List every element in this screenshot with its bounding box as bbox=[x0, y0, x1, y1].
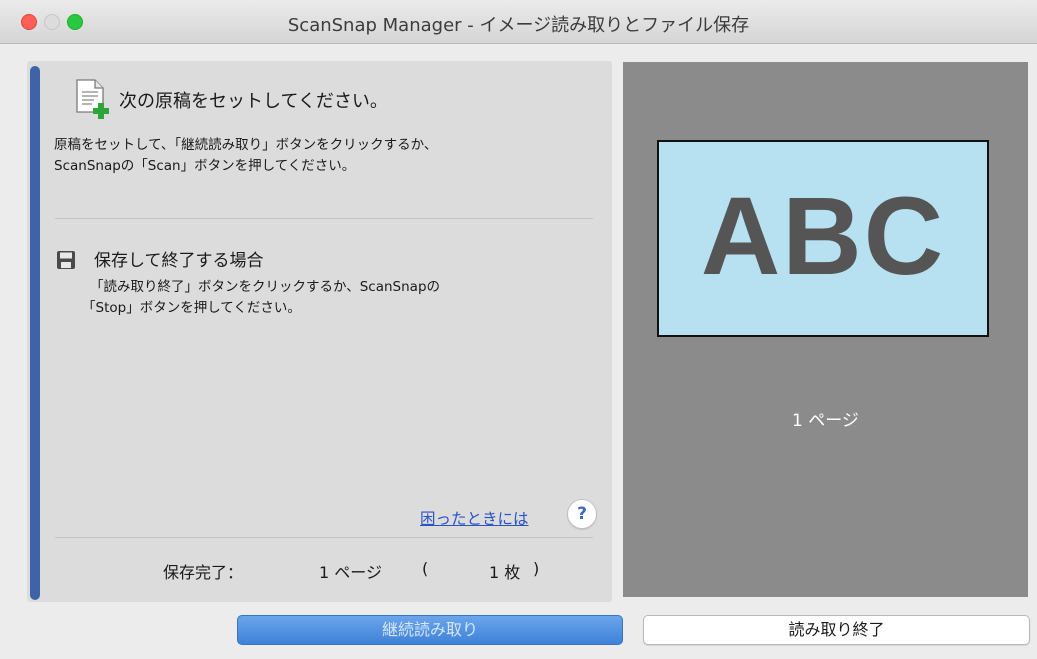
troubleshooting-link[interactable]: 困ったときには bbox=[420, 507, 529, 529]
scansnap-window: ScanSnap Manager - イメージ読み取りとファイル保存 次の原稿を… bbox=[0, 0, 1037, 659]
saved-page-count: 1 ページ bbox=[319, 563, 382, 582]
saved-sheet-count: 1 枚 bbox=[489, 563, 521, 582]
instruction-text-line1: 原稿をセットして、「継続読み取り」ボタンをクリックするか、 bbox=[54, 137, 438, 153]
accent-bar bbox=[30, 66, 40, 600]
save-status-label: 保存完了： bbox=[163, 563, 244, 582]
title-bar[interactable]: ScanSnap Manager - イメージ読み取りとファイル保存 bbox=[0, 0, 1037, 44]
status-divider bbox=[55, 537, 593, 538]
preview-page-count: 1 ページ bbox=[792, 411, 859, 431]
status-close-paren: ) bbox=[533, 559, 540, 578]
help-button[interactable]: ? bbox=[567, 499, 597, 529]
floppy-disk-icon bbox=[57, 251, 75, 269]
window-title: ScanSnap Manager - イメージ読み取りとファイル保存 bbox=[287, 15, 750, 36]
save-section-heading: 保存して終了する場合 bbox=[94, 251, 264, 271]
preview-thumbnail: ABC bbox=[657, 140, 989, 337]
section-divider bbox=[55, 218, 593, 219]
document-add-icon bbox=[76, 79, 109, 119]
save-text-line2: 「Stop」ボタンを押してください。 bbox=[82, 300, 301, 316]
preview-page-text: ABC bbox=[700, 175, 946, 298]
instruction-text-line2: ScanSnapの「Scan」ボタンを押してください。 bbox=[54, 158, 356, 174]
status-open-paren: ( bbox=[422, 559, 429, 578]
finish-scan-button[interactable]: 読み取り終了 bbox=[643, 615, 1030, 645]
instruction-heading: 次の原稿をセットしてください。 bbox=[119, 91, 388, 112]
save-text-line1: 「読み取り終了」ボタンをクリックするか、ScanSnapの bbox=[90, 279, 441, 295]
continue-scan-button[interactable]: 継続読み取り bbox=[237, 615, 623, 645]
